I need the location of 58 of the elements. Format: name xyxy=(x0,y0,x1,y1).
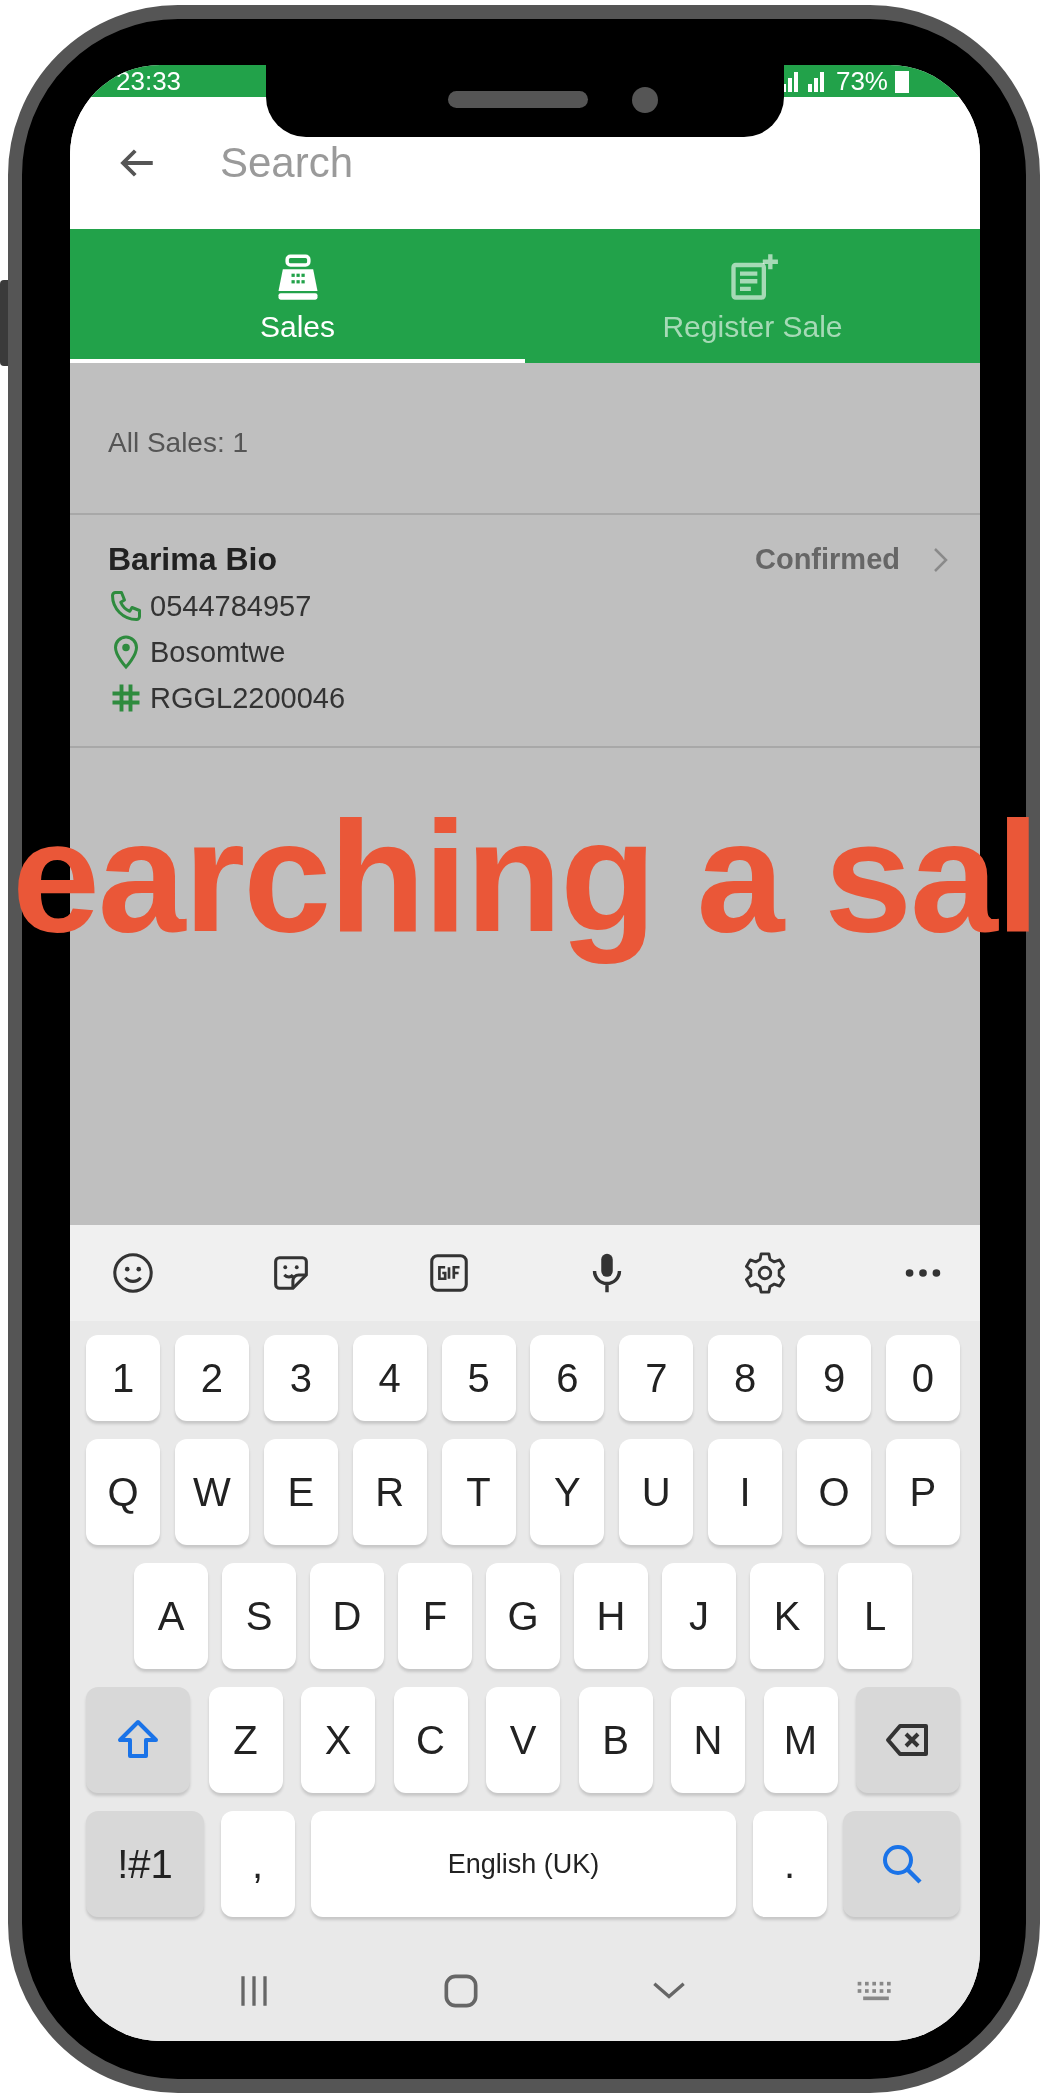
keyboard-key[interactable]: F xyxy=(398,1563,472,1669)
battery-icon xyxy=(894,69,910,93)
keyboard-key[interactable]: 3 xyxy=(263,1335,338,1421)
backspace-key[interactable] xyxy=(856,1687,960,1793)
keyboard-key[interactable]: 4 xyxy=(352,1335,427,1421)
location-text: Bosomtwe xyxy=(150,635,286,669)
keyboard-key[interactable]: D xyxy=(310,1563,384,1669)
settings-icon[interactable] xyxy=(742,1250,788,1296)
battery-percent: 73% xyxy=(835,68,888,94)
keyboard-key[interactable]: R xyxy=(352,1439,427,1545)
search-key[interactable] xyxy=(843,1811,960,1917)
keyboard-key[interactable]: 0 xyxy=(885,1335,960,1421)
keyboard-key[interactable]: 8 xyxy=(708,1335,783,1421)
search-field[interactable]: Search xyxy=(220,139,820,187)
keyboard-key[interactable]: O xyxy=(797,1439,871,1545)
camera-dot xyxy=(632,87,658,113)
keyboard-key[interactable]: P xyxy=(885,1439,960,1545)
reference-number: RGGL2200046 xyxy=(150,681,346,715)
keyboard-key[interactable]: V xyxy=(486,1687,560,1793)
smiley-icon[interactable] xyxy=(110,1250,156,1296)
keyboard-key[interactable]: 1 xyxy=(86,1335,160,1421)
keyboard-key[interactable]: Q xyxy=(86,1439,160,1545)
phone-icon xyxy=(108,588,144,624)
keyboard-key[interactable]: I xyxy=(708,1439,783,1545)
keyboard-key[interactable]: G xyxy=(486,1563,560,1669)
keyboard-key[interactable]: K xyxy=(750,1563,824,1669)
keyboard-key[interactable]: Y xyxy=(530,1439,605,1545)
keyboard-key[interactable]: 7 xyxy=(619,1335,694,1421)
customer-name: Barima Bio xyxy=(108,541,278,578)
keyboard-key[interactable]: B xyxy=(578,1687,653,1793)
keyboard-key[interactable]: 9 xyxy=(797,1335,871,1421)
keyboard-key[interactable]: T xyxy=(441,1439,516,1545)
keyboard-key[interactable]: 5 xyxy=(441,1335,516,1421)
keyboard-key[interactable]: W xyxy=(174,1439,249,1545)
status-time: 23:33 xyxy=(116,68,182,94)
keyboard-key[interactable]: 2 xyxy=(174,1335,249,1421)
space-bar[interactable]: English (UK) xyxy=(311,1811,736,1917)
sale-item[interactable]: Barima Bio Confirmed 0544784957 Bosomtwe RGGL2200046 xyxy=(70,515,980,748)
keyboard-key[interactable]: M xyxy=(763,1687,838,1793)
keyboard-key[interactable]: U xyxy=(619,1439,694,1545)
shift-key[interactable] xyxy=(86,1687,190,1793)
keyboard-key[interactable]: 6 xyxy=(530,1335,605,1421)
keyboard-key[interactable]: E xyxy=(263,1439,338,1545)
keyboard-key[interactable]: C xyxy=(393,1687,468,1793)
keyboard-key[interactable]: , xyxy=(220,1811,295,1917)
keyboard-key[interactable]: N xyxy=(671,1687,745,1793)
sale-status: Confirmed xyxy=(755,543,900,576)
keyboard-key[interactable]: X xyxy=(301,1687,375,1793)
keyboard-key[interactable]: . xyxy=(752,1811,827,1917)
keyboard-key[interactable]: S xyxy=(222,1563,296,1669)
keyboard-key[interactable]: J xyxy=(662,1563,736,1669)
keyboard-key[interactable]: A xyxy=(134,1563,208,1669)
phone-number: 0544784957 xyxy=(150,589,312,623)
keyboard-key[interactable]: L xyxy=(838,1563,912,1669)
sales-count: All Sales: 1 xyxy=(70,363,980,515)
symbols-key[interactable]: !#1 xyxy=(86,1811,204,1917)
keyboard-key[interactable]: H xyxy=(574,1563,648,1669)
keyboard-key[interactable]: Z xyxy=(208,1687,283,1793)
